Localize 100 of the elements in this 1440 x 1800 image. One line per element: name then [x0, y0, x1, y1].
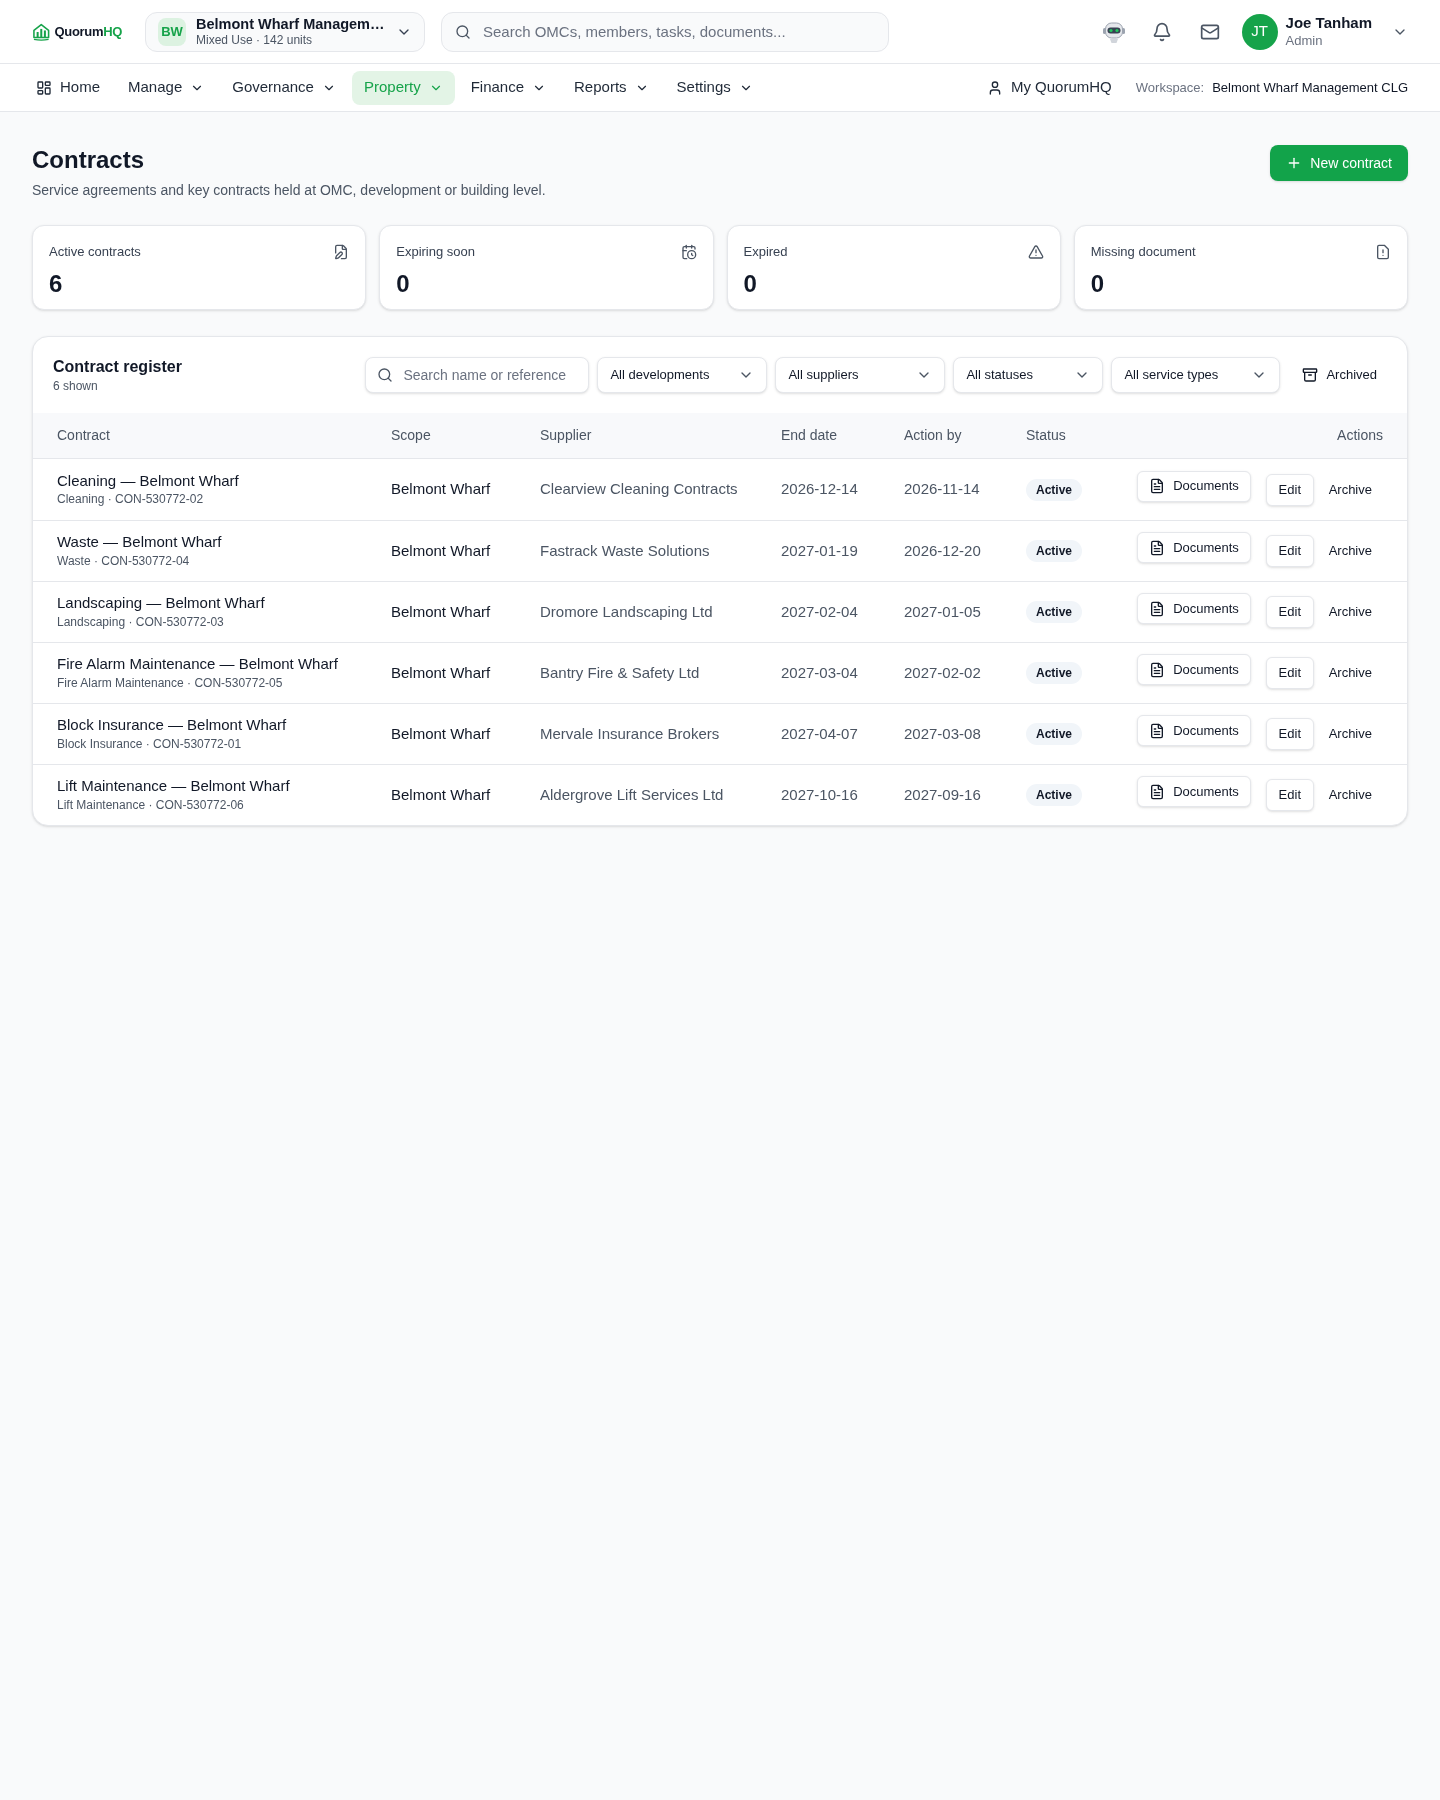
documents-button[interactable]: Documents [1137, 593, 1251, 624]
status-badge: Active [1026, 601, 1083, 623]
document-icon [1149, 783, 1166, 800]
stat-value: 6 [49, 268, 63, 299]
robot-icon [1101, 19, 1126, 44]
column-header: Contract [57, 426, 110, 445]
scope-text: Belmont Wharf [391, 479, 491, 500]
column-header: Status [1026, 426, 1066, 445]
register-title: Contract register [53, 356, 182, 377]
end-date: 2027-03-04 [781, 662, 858, 683]
stat-value: 0 [743, 268, 757, 299]
status-badge: Active [1026, 662, 1083, 684]
stat-value: 0 [1090, 268, 1105, 299]
workspace-initials-avatar: BW [158, 17, 186, 46]
search-field[interactable]: Search OMCs, members, tasks, documents... [441, 11, 889, 52]
contract-name: Fire Alarm Maintenance — Belmont Wharf [57, 655, 338, 674]
edit-button[interactable]: Edit [1265, 535, 1314, 567]
nav-menu-tab[interactable]: Finance [458, 70, 559, 105]
contract-meta: Cleaning · CON-530772-02 [57, 492, 204, 508]
scope-text: Belmont Wharf [391, 723, 491, 744]
account-link[interactable]: My QuorumHQ [978, 76, 1120, 99]
edit-button[interactable]: Edit [1265, 657, 1314, 689]
action-by-date: 2026-12-20 [904, 540, 981, 561]
contract-meta: Landscaping · CON-530772-03 [57, 614, 224, 630]
action-by-date: 2027-09-16 [904, 784, 981, 805]
file-alert-icon [1375, 243, 1391, 260]
documents-button[interactable]: Documents [1137, 532, 1251, 563]
workspace-label: Workspace: [1135, 78, 1205, 97]
edit-button[interactable]: Edit [1265, 473, 1314, 506]
supplier-name: Mervale Insurance Brokers [540, 723, 720, 744]
document-icon [1149, 722, 1166, 739]
search-field[interactable]: Search name or reference [365, 357, 590, 393]
user-role: Admin [1285, 32, 1323, 49]
nav-menu-tab[interactable]: Reports [562, 70, 661, 105]
scope-text: Belmont Wharf [391, 601, 491, 622]
warning-triangle-icon [1027, 243, 1044, 260]
nav-menu-tab[interactable]: Settings [664, 70, 765, 105]
contract-name: Lift Maintenance — Belmont Wharf [57, 777, 290, 796]
user-name: Joe Tanham [1285, 14, 1372, 33]
shown-count: 6 shown [53, 378, 98, 394]
stat-label: Missing document [1090, 243, 1196, 261]
contract-name: Landscaping — Belmont Wharf [57, 594, 265, 613]
scope-text: Belmont Wharf [391, 540, 491, 561]
contract-meta: Lift Maintenance · CON-530772-06 [57, 797, 244, 813]
supplier-name: Aldergrove Lift Services Ltd [540, 784, 724, 805]
edit-button[interactable]: Edit [1265, 596, 1314, 628]
end-date: 2026-12-14 [781, 479, 858, 500]
document-icon [1149, 539, 1166, 556]
nav-tab[interactable]: Home [24, 70, 112, 105]
calendar-clock-icon [680, 243, 697, 260]
nav-menu-tab[interactable]: Governance [220, 70, 348, 105]
stat-label: Expiring soon [396, 243, 476, 261]
contract-name: Waste — Belmont Wharf [57, 533, 222, 552]
user-avatar: JT [1241, 13, 1278, 50]
contract-meta: Fire Alarm Maintenance · CON-530772-05 [57, 675, 283, 691]
end-date: 2027-02-04 [781, 601, 858, 622]
end-date: 2027-04-07 [781, 723, 858, 744]
edit-button[interactable]: Edit [1265, 779, 1314, 811]
documents-button[interactable]: Documents [1137, 776, 1251, 807]
workspace-detail: Mixed Use · 142 units [196, 33, 313, 49]
filter-dropdown[interactable]: All service types [1111, 357, 1281, 393]
filter-dropdown[interactable]: All suppliers [775, 357, 946, 393]
contract-meta: Block Insurance · CON-530772-01 [57, 736, 242, 752]
status-badge: Active [1026, 784, 1083, 806]
archive-link[interactable]: Archive [1328, 663, 1372, 683]
dashboard-icon [36, 79, 52, 96]
file-pen-icon [333, 243, 350, 260]
documents-button[interactable]: Documents [1137, 715, 1251, 746]
action-by-date: 2026-11-14 [904, 479, 980, 500]
stat-value: 0 [396, 268, 410, 299]
end-date: 2027-10-16 [781, 784, 858, 805]
supplier-name: Dromore Landscaping Ltd [540, 601, 713, 622]
action-by-date: 2027-02-02 [904, 662, 981, 683]
page-subtitle: Service agreements and key contracts held at OMC, development or building level. [32, 181, 546, 200]
archive-link[interactable]: Archive [1328, 479, 1372, 500]
document-icon [1149, 478, 1166, 494]
edit-button[interactable]: Edit [1265, 718, 1314, 750]
status-badge: Active [1026, 723, 1083, 745]
scope-text: Belmont Wharf [391, 662, 491, 683]
status-badge: Active [1026, 478, 1083, 501]
supplier-name: Bantry Fire & Safety Ltd [540, 662, 700, 683]
user-menu[interactable]: JT Joe Tanham Admin [1241, 13, 1408, 50]
filter-dropdown[interactable]: All statuses [953, 357, 1104, 393]
document-icon [1149, 600, 1166, 617]
documents-button[interactable]: Documents [1137, 654, 1251, 685]
filter-dropdown[interactable]: All developments [597, 357, 768, 393]
end-date: 2027-01-19 [781, 540, 858, 561]
contract-name: Cleaning — Belmont Wharf [57, 471, 239, 491]
archive-link[interactable]: Archive [1328, 602, 1372, 622]
documents-button[interactable]: Documents [1137, 470, 1251, 502]
stat-label: Expired [743, 243, 788, 261]
action-by-date: 2027-03-08 [904, 723, 981, 744]
nav-menu-tab[interactable]: Manage [116, 70, 217, 105]
search-icon [455, 23, 471, 40]
archive-link[interactable]: Archive [1328, 724, 1372, 744]
workspace-name: Belmont Wharf Managem… [196, 14, 385, 34]
logo-wordmark: QuorumHQ [54, 22, 122, 41]
archived-toggle[interactable]: Archived [1292, 357, 1387, 393]
archive-link[interactable]: Archive [1328, 541, 1372, 561]
archive-link[interactable]: Archive [1328, 785, 1372, 805]
